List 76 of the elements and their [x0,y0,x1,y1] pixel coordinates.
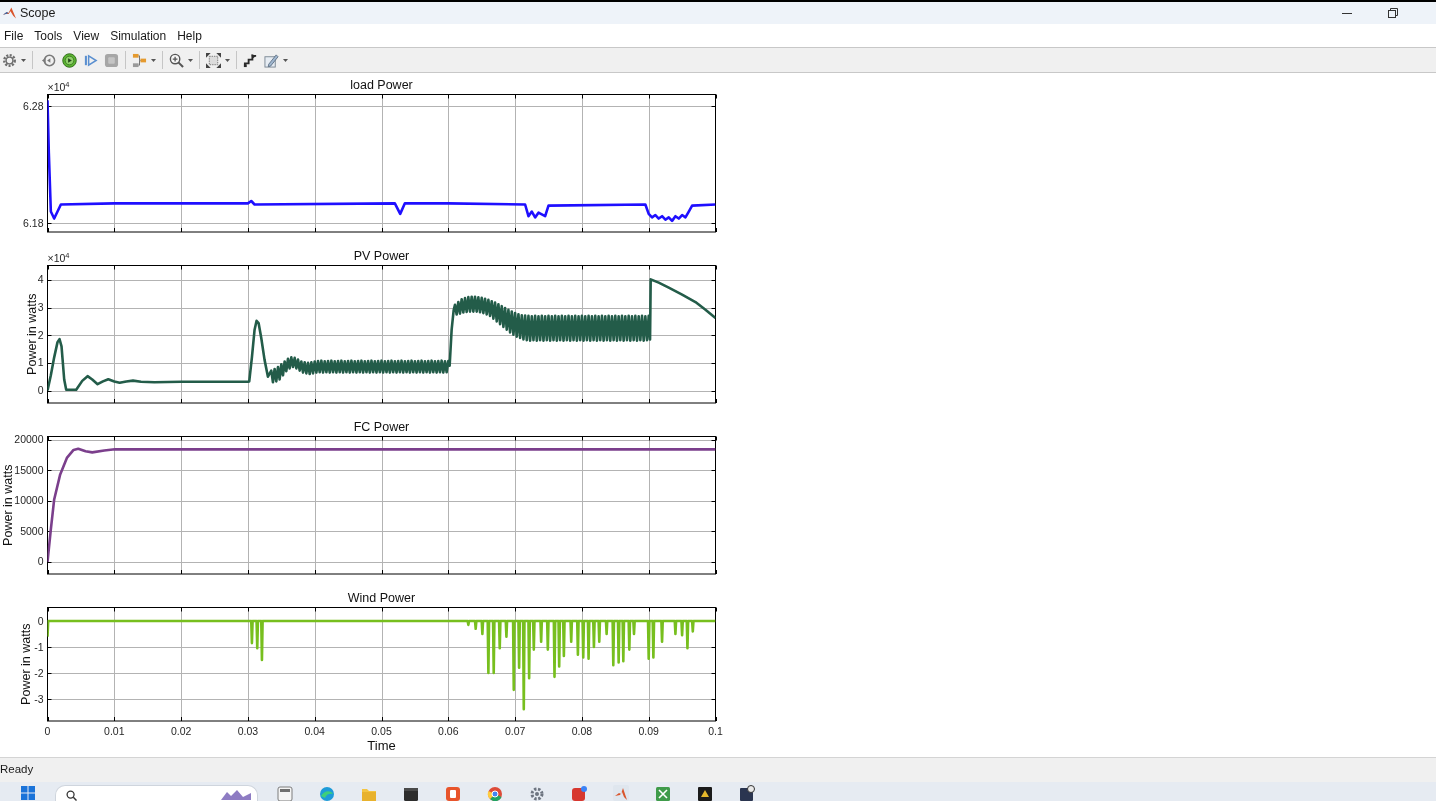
step-forward-icon [83,52,98,68]
caret-icon [225,58,230,62]
x-tick-label: 0.04 [304,725,325,737]
y-tick-label: 0 [37,614,44,627]
app-tile-icon[interactable] [739,785,755,801]
search-field[interactable] [55,785,258,801]
y-tick-label: 3 [37,301,44,314]
connected-blocks-icon [132,52,147,68]
x-tick-label: 0.06 [438,725,459,737]
x-tick-label: 0.02 [170,725,192,737]
start-menu-icon[interactable] [20,785,36,801]
y-tick-label: 4 [37,273,44,286]
y-tick-label: 0 [37,384,44,397]
step-back-icon [41,52,56,68]
caret-icon [151,58,156,62]
x-tick-label: 0.05 [371,725,392,737]
y-tick-label: 5000 [20,524,44,537]
menu-item[interactable]: Tools [30,26,67,45]
menu-item[interactable]: Simulation [106,26,171,45]
y-tick-label: -1 [34,640,44,653]
axis-multiplier: ×10$^{4}$ [47,79,70,93]
chart-title: load Power [350,78,413,92]
x-tick-label: 0.01 [104,725,125,737]
peak-logo-icon[interactable] [613,785,629,801]
gear-icon[interactable] [529,785,545,801]
x-tick-label: 0.1 [708,725,723,737]
menu-item[interactable]: File [0,26,28,45]
x-tick-label: 0.08 [571,725,593,737]
x-tick-label: 0.03 [237,725,259,737]
minimize-icon [1342,12,1352,14]
window-tile-icon[interactable] [277,785,293,801]
axis-multiplier: ×10$^{4}$ [47,250,70,264]
expand-arrows-icon [206,52,221,68]
caret-icon [21,58,26,62]
chart-title: FC Power [353,420,410,434]
y-tick-label: -3 [34,692,44,705]
y-tick-label: 2 [37,328,44,341]
stairs-arrow-icon [243,52,258,68]
window-title: Scope [20,4,56,22]
x-axis-label: Time [367,738,396,753]
y-tick-label: 6.18 [23,216,44,229]
y-axis-label: Power in watts [19,623,33,705]
caret-icon [283,58,288,62]
ring-icon[interactable] [487,785,503,801]
y-tick-label: 20000 [14,433,44,446]
app-tile-icon[interactable] [445,785,461,801]
y-axis-label: Power in watts [25,293,39,375]
search-icon [66,790,77,801]
globe-icon[interactable] [319,785,335,801]
app-logo-icon [3,7,16,19]
settings-icon [2,52,17,68]
y-tick-label: -2 [34,666,44,679]
highlight-illustration-icon [221,790,251,800]
menu-item[interactable]: Help [173,26,206,45]
y-tick-label: 6.28 [23,99,44,112]
pencil-icon [264,52,279,68]
zoom-in-icon [169,52,184,68]
status-text: Ready [0,762,34,778]
restore-icon [1388,8,1398,18]
app-tile-icon[interactable] [571,785,587,801]
play-icon [62,52,77,68]
y-tick-label: 10000 [14,494,44,507]
y-tick-label: 0 [37,555,44,568]
x-tick-label: 0 [44,725,51,737]
y-axis-label: Power in watts [1,464,15,546]
x-tick-label: 0.07 [504,725,526,737]
chart-title: Wind Power [347,591,416,605]
terminal-icon[interactable] [403,785,419,801]
x-tick-label: 0.09 [638,725,659,737]
spreadsheet-icon[interactable] [655,785,671,801]
y-tick-label: 1 [37,356,44,369]
caret-icon [188,58,193,62]
app-tile-icon[interactable] [697,785,713,801]
y-tick-label: 15000 [14,463,44,476]
chart-title: PV Power [353,249,410,263]
menu-item[interactable]: View [69,26,104,45]
